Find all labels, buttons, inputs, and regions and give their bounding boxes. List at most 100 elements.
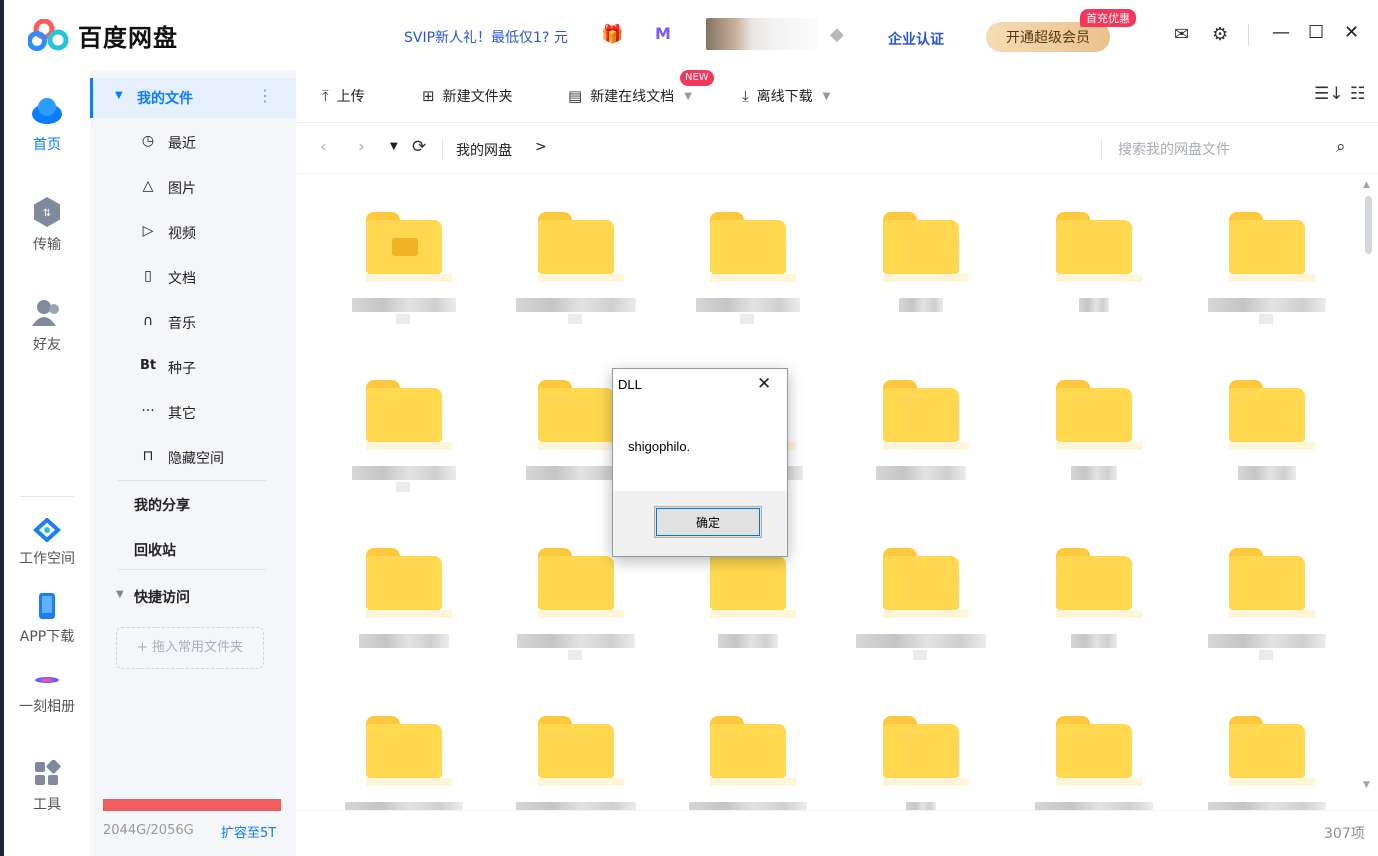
back-icon[interactable]: ‹ bbox=[320, 137, 327, 157]
sidebar-item-hidden-space[interactable]: ⊓ 隐藏空间 bbox=[90, 440, 296, 476]
rail-friends[interactable]: 好友 bbox=[4, 298, 90, 354]
folder-item[interactable] bbox=[680, 206, 820, 356]
sidebar-item-recent[interactable]: ◷ 最近 bbox=[90, 125, 296, 161]
sort-icon[interactable]: ☰↓ bbox=[1314, 84, 1343, 104]
dialog-footer: 确定 bbox=[613, 491, 787, 556]
folder-icon bbox=[710, 548, 796, 618]
rail-home[interactable]: 首页 bbox=[4, 94, 90, 154]
close-icon[interactable]: ✕ bbox=[757, 374, 771, 394]
collapse-triangle-icon[interactable]: ▼ bbox=[115, 90, 123, 101]
new-online-doc-button[interactable]: ▤ 新建在线文档 ▼ bbox=[568, 86, 692, 106]
offline-download-button[interactable]: ⤓ 离线下载 ▼ bbox=[742, 86, 830, 106]
close-window-icon[interactable]: ✕ bbox=[1344, 22, 1359, 43]
more-vertical-icon[interactable]: ⋮ bbox=[257, 86, 273, 105]
app-logo[interactable]: 百度网盘 bbox=[28, 18, 178, 53]
chevron-down-icon[interactable]: ▼ bbox=[823, 91, 831, 102]
chevron-down-icon[interactable]: ▼ bbox=[684, 91, 692, 102]
enterprise-cert-link[interactable]: 企业认证 bbox=[888, 29, 944, 49]
sidebar-item-other[interactable]: ··· 其它 bbox=[90, 395, 296, 431]
friends-icon bbox=[32, 300, 59, 326]
mail-icon[interactable]: ✉ bbox=[1174, 24, 1189, 45]
forward-icon[interactable]: › bbox=[358, 137, 365, 157]
sidebar-my-share[interactable]: 我的分享 bbox=[134, 495, 190, 515]
list-view-icon[interactable]: ☷ bbox=[1350, 84, 1365, 104]
ok-button[interactable]: 确定 bbox=[654, 506, 762, 538]
folder-name-blurred bbox=[913, 650, 927, 660]
expand-storage-link[interactable]: 扩容至5T bbox=[221, 822, 276, 841]
search-input[interactable] bbox=[1116, 135, 1320, 163]
rail-transfer[interactable]: ⇅ 传输 bbox=[4, 196, 90, 254]
quick-access-drop-zone[interactable]: + 拖入常用文件夹 bbox=[116, 627, 264, 669]
sidebar-item-videos[interactable]: ▷ 视频 bbox=[90, 215, 296, 251]
search-icon[interactable]: ⌕ bbox=[1336, 137, 1346, 157]
collapse-triangle-icon[interactable]: ▼ bbox=[116, 589, 124, 600]
settings-icon[interactable]: ⚙ bbox=[1212, 24, 1228, 45]
sidebar-quick-access[interactable]: ▼ 快捷访问 bbox=[90, 584, 296, 608]
online-doc-icon: ▤ bbox=[568, 87, 583, 105]
folder-item[interactable] bbox=[508, 542, 648, 692]
bt-icon: Bt bbox=[139, 358, 157, 373]
sidebar-recycle-bin[interactable]: 回收站 bbox=[134, 540, 176, 560]
upload-icon: ⤒ bbox=[322, 87, 329, 105]
dll-message-dialog: DLL ✕ shigophilo. 确定 bbox=[612, 368, 788, 557]
download-icon: ⤓ bbox=[742, 87, 749, 105]
folder-item[interactable] bbox=[853, 542, 993, 692]
toolbar: ⤒ 上传 ⊞ 新建文件夹 ▤ 新建在线文档 ▼ NEW ⤓ 离线下载 ▼ ☰↓ … bbox=[296, 70, 1378, 123]
m-logo-icon[interactable]: M bbox=[655, 24, 671, 43]
user-avatar[interactable] bbox=[706, 18, 818, 50]
folder-item[interactable] bbox=[680, 542, 820, 692]
sidebar-item-torrents[interactable]: Bt 种子 bbox=[90, 350, 296, 386]
rail-divider bbox=[20, 496, 74, 497]
main-panel: ⤒ 上传 ⊞ 新建文件夹 ▤ 新建在线文档 ▼ NEW ⤓ 离线下载 ▼ ☰↓ … bbox=[296, 70, 1378, 856]
rail-workspace[interactable]: 工作空间 bbox=[4, 518, 90, 568]
app-title: 百度网盘 bbox=[78, 24, 178, 52]
upload-button[interactable]: ⤒ 上传 bbox=[322, 86, 365, 106]
svip-promo-link[interactable]: SVIP新人礼！最低仅1? 元 bbox=[404, 27, 568, 47]
rail-app-download[interactable]: APP下载 bbox=[4, 592, 90, 646]
folder-item[interactable] bbox=[508, 206, 648, 356]
folder-item[interactable] bbox=[853, 374, 993, 524]
sidebar-item-images[interactable]: △ 图片 bbox=[90, 170, 296, 206]
folder-name-blurred bbox=[856, 634, 986, 648]
folder-item[interactable] bbox=[336, 206, 476, 356]
folder-item[interactable] bbox=[1026, 374, 1166, 524]
vertical-scrollbar[interactable]: ▲ ▼ bbox=[1362, 180, 1374, 802]
folder-item[interactable] bbox=[336, 374, 476, 524]
storage-usage-text: 2044G/2056G bbox=[103, 823, 194, 838]
folder-item[interactable] bbox=[1199, 206, 1339, 356]
scroll-down-icon[interactable]: ▼ bbox=[1363, 780, 1370, 790]
folder-icon bbox=[538, 212, 624, 282]
folder-icon bbox=[366, 548, 452, 618]
folder-item[interactable] bbox=[336, 542, 476, 692]
minimize-icon[interactable]: — bbox=[1272, 22, 1290, 43]
folder-item[interactable] bbox=[1026, 206, 1166, 356]
folder-item[interactable] bbox=[1026, 542, 1166, 692]
phone-icon bbox=[39, 593, 55, 619]
refresh-icon[interactable]: ⟳ bbox=[412, 137, 426, 157]
scroll-up-icon[interactable]: ▲ bbox=[1363, 180, 1370, 190]
sidebar-item-documents[interactable]: ▯ 文档 bbox=[90, 260, 296, 296]
rail-album[interactable]: 一刻相册 bbox=[4, 670, 90, 716]
gift-icon[interactable]: 🎁 bbox=[601, 24, 623, 45]
sidebar-my-files[interactable]: ▼ 我的文件 ⋮ bbox=[90, 78, 296, 118]
folder-name-blurred bbox=[568, 650, 582, 660]
storage-usage-bar bbox=[103, 799, 281, 811]
scroll-thumb[interactable] bbox=[1365, 196, 1372, 254]
history-dropdown-icon[interactable]: ▼ bbox=[390, 141, 398, 152]
folder-icon bbox=[883, 548, 969, 618]
folder-item[interactable] bbox=[1199, 374, 1339, 524]
folder-icon bbox=[1056, 716, 1142, 786]
rail-tools[interactable]: 工具 bbox=[4, 760, 90, 814]
sidebar-item-music[interactable]: ∩ 音乐 bbox=[90, 305, 296, 341]
folder-item[interactable] bbox=[1199, 542, 1339, 692]
new-folder-button[interactable]: ⊞ 新建文件夹 bbox=[422, 86, 513, 106]
sidebar-divider bbox=[118, 480, 266, 481]
more-icon: ··· bbox=[141, 403, 155, 419]
sidebar-item-label: 文档 bbox=[168, 271, 196, 287]
diamond-icon[interactable]: ◆ bbox=[830, 24, 844, 45]
maximize-icon[interactable]: ☐ bbox=[1308, 22, 1324, 43]
breadcrumb-separator[interactable]: > bbox=[535, 139, 547, 155]
folder-icon bbox=[538, 716, 624, 786]
breadcrumb[interactable]: 我的网盘 bbox=[456, 140, 512, 160]
folder-item[interactable] bbox=[853, 206, 993, 356]
